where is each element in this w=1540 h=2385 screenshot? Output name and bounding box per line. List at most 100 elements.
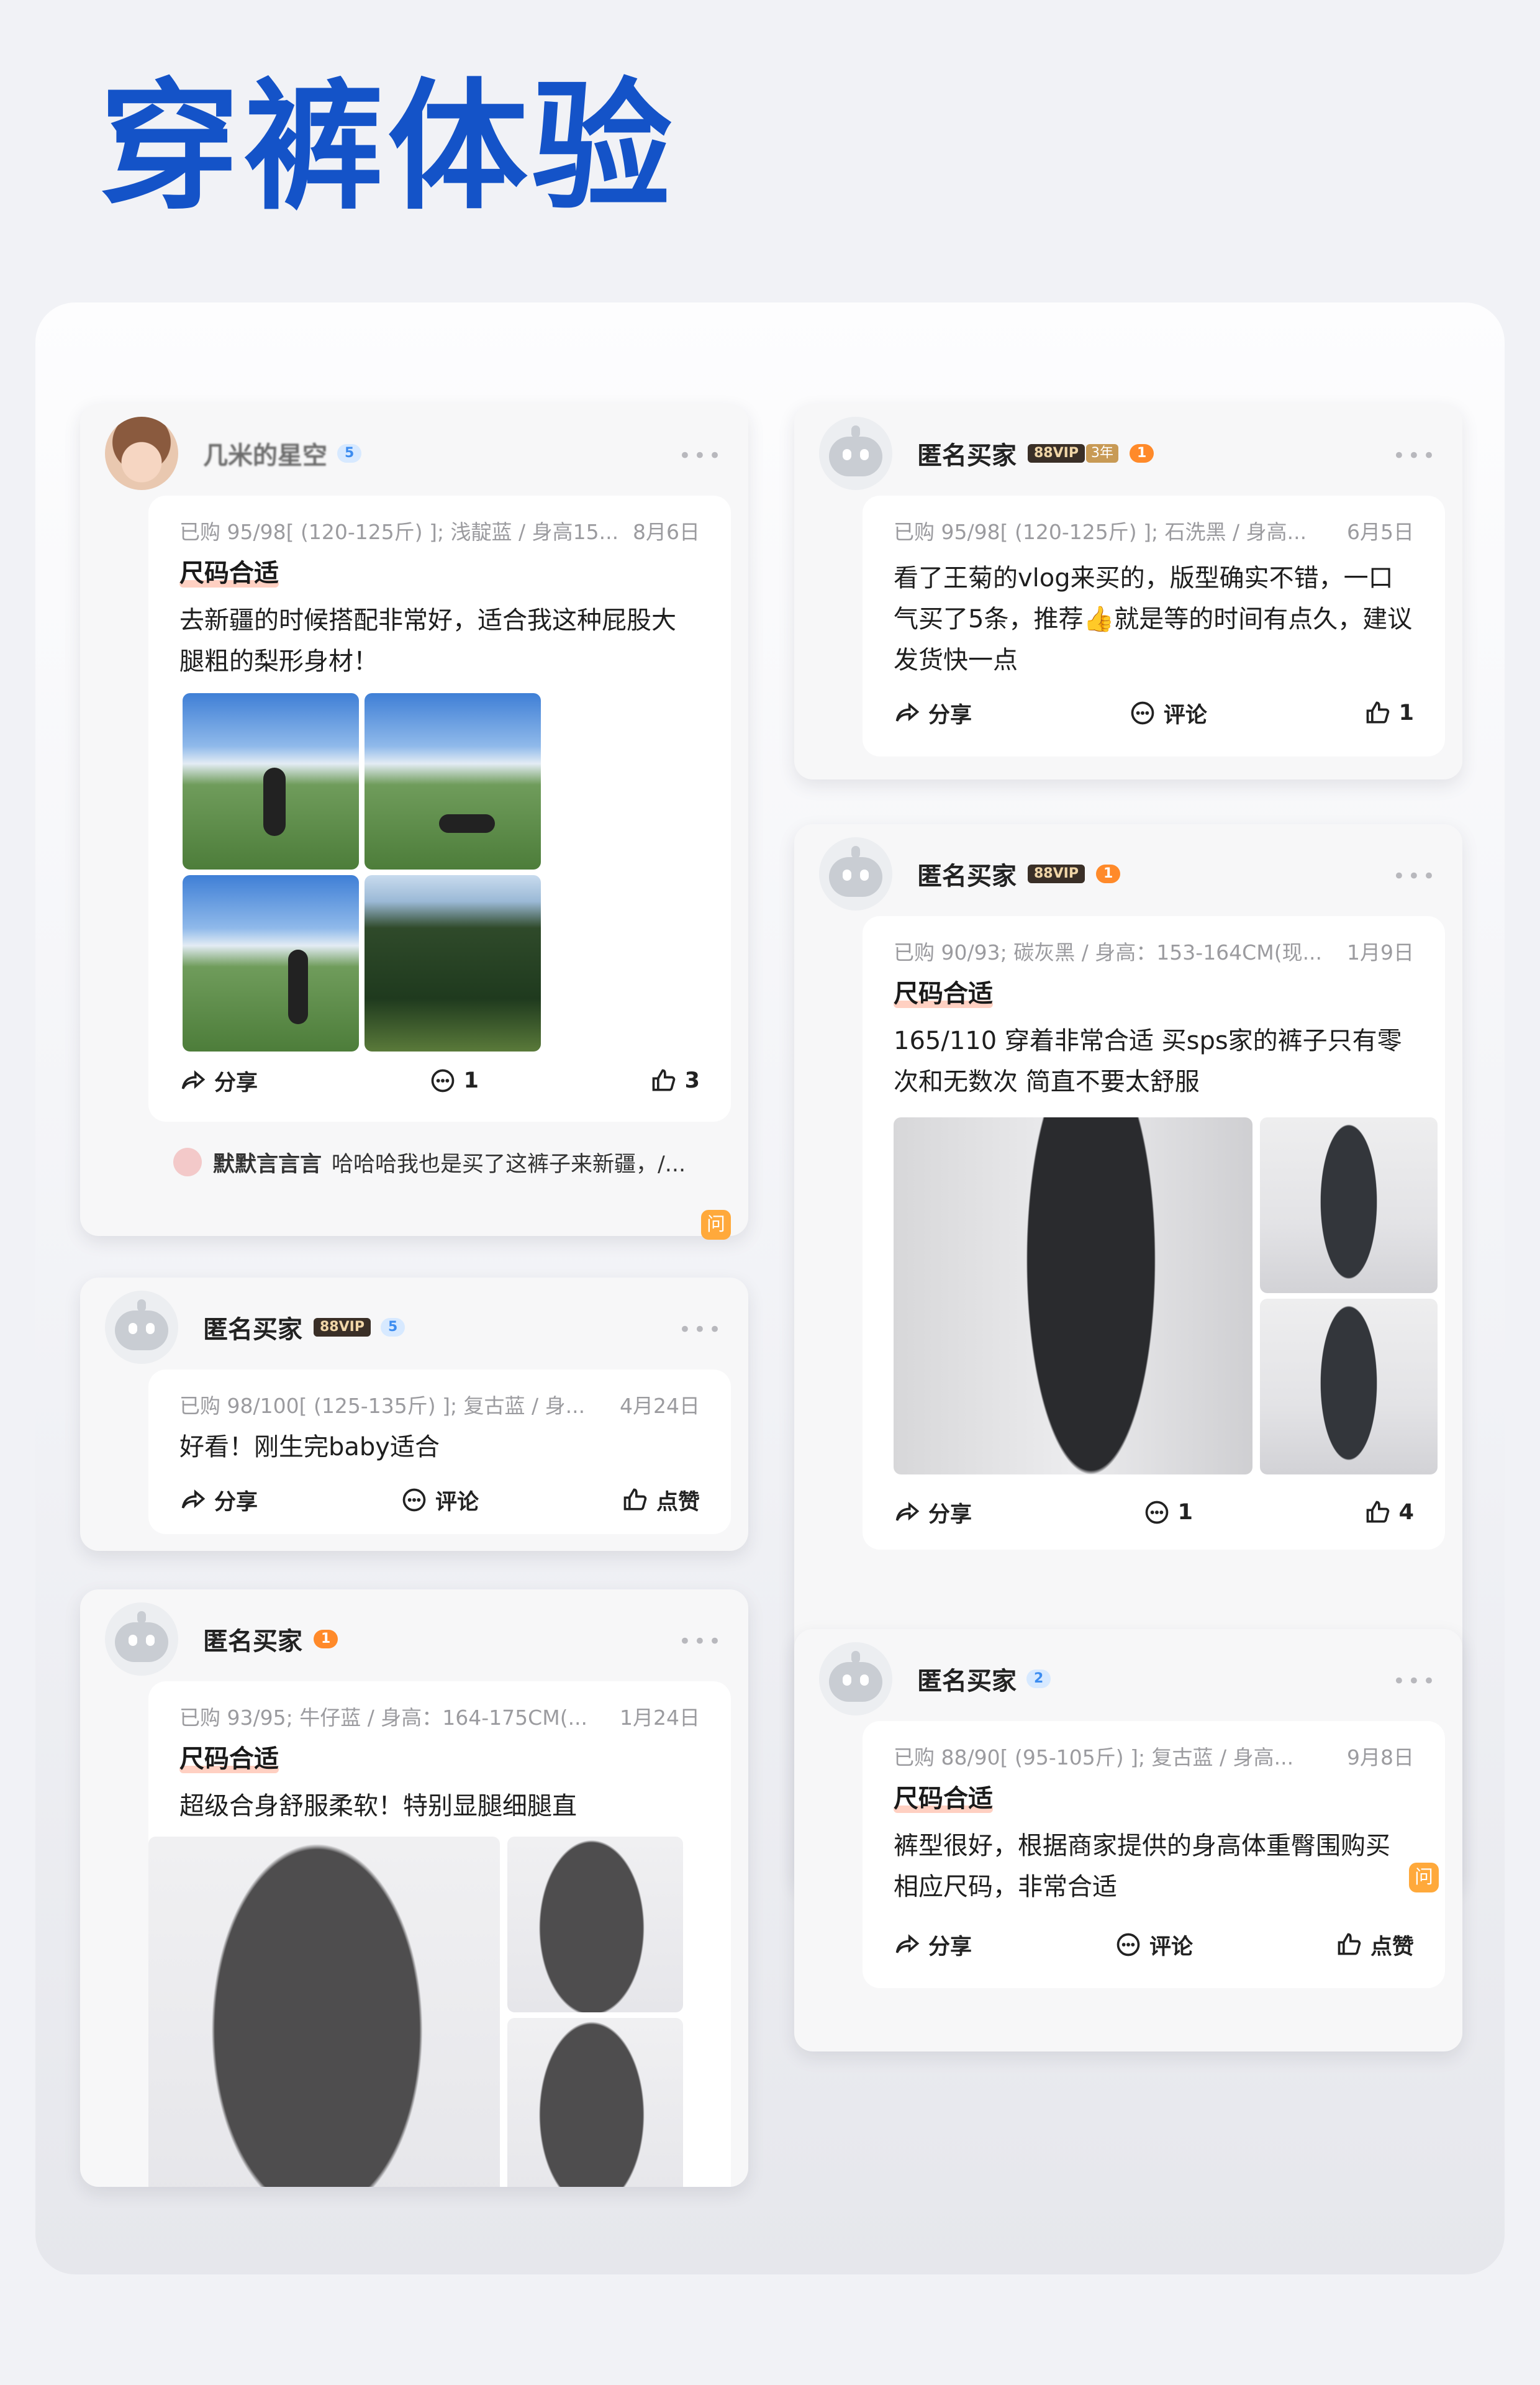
review-photo[interactable] [507, 2018, 683, 2187]
review-photo[interactable] [365, 875, 541, 1052]
ask-icon[interactable]: 问 [701, 1210, 731, 1240]
like-count: 4 [1398, 1500, 1414, 1525]
comment-text: 哈哈哈我也是买了这裤子来新疆，/... [332, 1152, 686, 1177]
review-date: 1月9日 [1347, 940, 1414, 965]
share-button[interactable]: 分享 [894, 1929, 972, 1961]
size-fit-tag: 尺码合适 [179, 1738, 279, 1774]
comment-icon [431, 1069, 454, 1093]
more-options-icon[interactable]: ••• [1393, 443, 1438, 468]
share-button[interactable]: 分享 [894, 697, 972, 729]
action-bar: 分享 1 4 [894, 1494, 1414, 1531]
review-photo[interactable] [894, 1117, 1252, 1474]
comment-button[interactable]: 1 [429, 1067, 479, 1094]
comment-icon [1116, 1933, 1140, 1956]
purchase-spec: 已购 98/100[ (125-135斤) ]; 复古蓝 / 身... [179, 1394, 586, 1418]
like-button[interactable]: 1 [1364, 699, 1414, 727]
review-text: 超级合身舒服柔软！特别显腿细腿直 [179, 1792, 577, 1820]
avatar[interactable] [105, 417, 178, 490]
username[interactable]: 几米的星空 [203, 435, 327, 471]
comment-button[interactable]: 评论 [1115, 1929, 1193, 1961]
avatar[interactable] [819, 837, 892, 911]
crown-level-badge: 1 [1095, 865, 1121, 883]
review-content: 已购 93/95; 牛仔蓝 / 身高：164-175CM(... 1月24日 尺码… [148, 1681, 731, 2187]
share-icon [181, 1070, 206, 1089]
like-button[interactable]: 3 [650, 1067, 700, 1094]
like-button[interactable]: 点赞 [1336, 1929, 1414, 1961]
share-icon [895, 1502, 920, 1521]
diamond-level-badge: 5 [380, 1318, 405, 1337]
review-date: 1月24日 [620, 1706, 700, 1730]
review-header: 匿名买家 88VIP 5 ••• [105, 1290, 723, 1365]
review-card: 匿名买家 88VIP 3年 1 ••• 已购 95/98[ (120-125斤)… [794, 404, 1462, 779]
action-bar: 分享 评论 点赞 [894, 1926, 1414, 1963]
comment-count: 1 [1177, 1500, 1193, 1525]
like-button[interactable]: 4 [1364, 1499, 1414, 1526]
avatar[interactable] [105, 1291, 178, 1364]
share-label: 分享 [928, 1934, 972, 1960]
purchase-info: 已购 95/98[ (120-125斤) ]; 石洗黑 / 身高... 6月5日 [894, 516, 1414, 545]
more-options-icon[interactable]: ••• [679, 443, 723, 468]
more-options-icon[interactable]: ••• [1393, 864, 1438, 889]
like-count: 1 [1398, 701, 1414, 725]
purchase-spec: 已购 88/90[ (95-105斤) ]; 复古蓝 / 身高... [894, 1745, 1294, 1769]
thumbs-up-icon [1366, 701, 1389, 724]
share-button[interactable]: 分享 [894, 1497, 972, 1529]
like-button[interactable]: 点赞 [622, 1484, 700, 1516]
review-date: 6月5日 [1347, 520, 1414, 544]
crown-level-badge: 1 [314, 1630, 338, 1648]
review-header: 匿名买家 1 ••• [105, 1602, 723, 1676]
review-photo[interactable] [148, 1837, 500, 2187]
review-text: 165/110 穿着非常合适 买sps家的裤子只有零次和无数次 简直不要太舒服 [894, 1027, 1402, 1096]
vip-year-badge: 3年 [1085, 444, 1118, 463]
more-options-icon[interactable]: ••• [679, 1317, 723, 1342]
crown-level-badge: 1 [1129, 444, 1154, 463]
comment-button[interactable]: 评论 [1129, 697, 1207, 729]
share-icon [895, 1934, 920, 1953]
review-photo[interactable] [507, 1837, 683, 2012]
action-bar: 分享 评论 点赞 [179, 1481, 700, 1519]
reviews-panel: 几米的星空 5 ••• 已购 95/98[ (120-125斤) ]; 浅靛蓝 … [35, 302, 1505, 2274]
comment-label: 评论 [1149, 1934, 1193, 1960]
like-label: 点赞 [1370, 1934, 1414, 1960]
share-label: 分享 [214, 1489, 258, 1515]
avatar[interactable] [819, 1642, 892, 1715]
vip-badge: 88VIP [1028, 444, 1085, 463]
ask-icon[interactable]: 问 [1409, 1863, 1439, 1892]
comment-label: 评论 [1163, 702, 1207, 728]
username[interactable]: 匿名买家 [203, 1309, 302, 1345]
share-icon [181, 1489, 206, 1509]
comment-button[interactable]: 1 [1143, 1499, 1193, 1526]
vip-badge: 88VIP [1028, 865, 1085, 883]
review-photo[interactable] [1260, 1117, 1438, 1293]
comment-label: 评论 [435, 1489, 479, 1515]
avatar[interactable] [819, 417, 892, 490]
size-fit-tag: 尺码合适 [894, 1778, 993, 1814]
purchase-info: 已购 90/93; 碳灰黑 / 身高：153-164CM(现... 1月9日 [894, 936, 1414, 966]
review-photo[interactable] [1260, 1299, 1438, 1474]
purchase-info: 已购 98/100[ (125-135斤) ]; 复古蓝 / 身... 4月24日 [179, 1389, 700, 1419]
diamond-level-badge: 2 [1026, 1670, 1051, 1688]
review-photo[interactable] [183, 693, 359, 870]
username[interactable]: 匿名买家 [917, 1661, 1017, 1697]
comment-icon [1145, 1501, 1168, 1524]
comment-button[interactable]: 评论 [401, 1484, 479, 1516]
share-button[interactable]: 分享 [179, 1065, 258, 1097]
review-card: 匿名买家 1 ••• 已购 93/95; 牛仔蓝 / 身高：164-175CM(… [80, 1589, 748, 2187]
review-photo[interactable] [365, 693, 541, 870]
review-card: 几米的星空 5 ••• 已购 95/98[ (120-125斤) ]; 浅靛蓝 … [80, 404, 748, 1240]
share-button[interactable]: 分享 [179, 1484, 258, 1516]
comment-preview[interactable]: 默默言言言 哈哈哈我也是买了这裤子来新疆，/... [173, 1140, 717, 1184]
avatar[interactable] [105, 1602, 178, 1676]
more-options-icon[interactable]: ••• [1393, 1669, 1438, 1694]
username[interactable]: 匿名买家 [203, 1621, 302, 1657]
review-photo[interactable] [183, 875, 359, 1052]
vip-badge: 88VIP [314, 1318, 371, 1337]
page-title: 穿裤体验 [99, 66, 676, 229]
review-content: 已购 88/90[ (95-105斤) ]; 复古蓝 / 身高... 9月8日 尺… [863, 1721, 1445, 1988]
username[interactable]: 匿名买家 [917, 435, 1017, 471]
thumbs-up-icon [1338, 1933, 1361, 1955]
more-options-icon[interactable]: ••• [679, 1629, 723, 1654]
thumbs-up-icon [652, 1069, 675, 1091]
username[interactable]: 匿名买家 [917, 856, 1017, 892]
action-bar: 分享 1 3 [179, 1062, 700, 1099]
